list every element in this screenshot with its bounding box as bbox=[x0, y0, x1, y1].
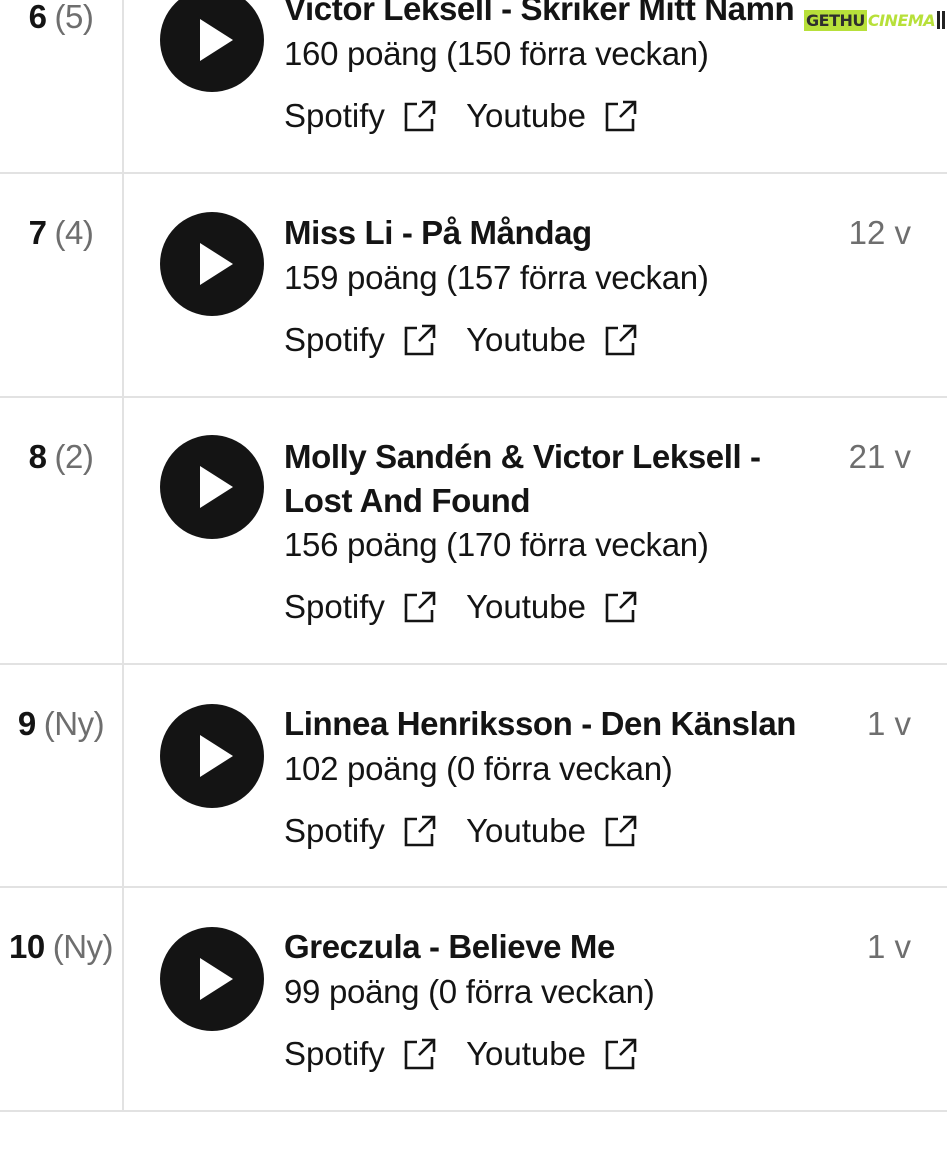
external-link-icon bbox=[403, 590, 437, 624]
rank-column: 7 (4) bbox=[0, 174, 124, 396]
rank: 10 (Ny) bbox=[0, 928, 122, 966]
spotify-label: Spotify bbox=[284, 588, 385, 625]
points-text: 102 poäng (0 förra veckan) bbox=[284, 750, 673, 787]
rank-number: 6 bbox=[28, 0, 47, 35]
streaming-links: Spotify Youtube bbox=[284, 1032, 638, 1076]
rank-number: 10 bbox=[8, 928, 45, 965]
youtube-link[interactable]: Youtube bbox=[466, 94, 638, 138]
previous-rank: (Ny) bbox=[52, 928, 114, 965]
play-icon bbox=[200, 19, 233, 61]
external-link-icon bbox=[604, 590, 638, 624]
points-text: 160 poäng (150 förra veckan) bbox=[284, 35, 709, 72]
rank: 8 (2) bbox=[0, 438, 122, 476]
rank-column: 6 (5) bbox=[0, 0, 124, 172]
watermark-text-primary: GETHU bbox=[804, 9, 867, 31]
film-strip-icon bbox=[937, 11, 946, 29]
weeks-on-chart: 1 v bbox=[866, 705, 911, 742]
weeks-on-chart: 21 v bbox=[848, 438, 911, 475]
chart-row: 10 (Ny) Greczula - Believe Me 1 v 99 poän… bbox=[0, 888, 947, 1112]
play-icon bbox=[200, 243, 233, 285]
streaming-links: Spotify Youtube bbox=[284, 809, 638, 853]
youtube-link[interactable]: Youtube bbox=[466, 809, 638, 853]
spotify-link[interactable]: Spotify bbox=[284, 318, 437, 362]
spotify-label: Spotify bbox=[284, 812, 385, 849]
spotify-link[interactable]: Spotify bbox=[284, 94, 437, 138]
external-link-icon bbox=[403, 1037, 437, 1071]
youtube-label: Youtube bbox=[466, 588, 586, 625]
external-link-icon bbox=[604, 99, 638, 133]
play-icon bbox=[200, 958, 233, 1000]
rank-column: 10 (Ny) bbox=[0, 888, 124, 1110]
youtube-label: Youtube bbox=[466, 812, 586, 849]
watermark-text-secondary: CINEMA bbox=[867, 10, 936, 30]
song-title: Victor Leksell - Skriker Mitt Namn bbox=[284, 0, 795, 27]
chart-row: 7 (4) Miss Li - På Måndag 12 v 159 poäng … bbox=[0, 174, 947, 398]
play-button[interactable] bbox=[160, 435, 264, 539]
song-title: Molly Sandén & Victor Leksell - Lost And… bbox=[284, 438, 761, 519]
spotify-link[interactable]: Spotify bbox=[284, 1032, 437, 1076]
youtube-label: Youtube bbox=[466, 1035, 586, 1072]
rank: 9 (Ny) bbox=[0, 705, 122, 743]
youtube-link[interactable]: Youtube bbox=[466, 585, 638, 629]
song-title: Greczula - Believe Me bbox=[284, 928, 615, 965]
rank-number: 8 bbox=[28, 438, 47, 475]
weeks-on-chart: 1 v bbox=[866, 928, 911, 965]
rank: 6 (5) bbox=[0, 0, 122, 36]
streaming-links: Spotify Youtube bbox=[284, 94, 638, 138]
youtube-label: Youtube bbox=[466, 321, 586, 358]
previous-rank: (2) bbox=[54, 438, 94, 475]
spotify-link[interactable]: Spotify bbox=[284, 585, 437, 629]
rank-number: 9 bbox=[17, 705, 36, 742]
points-text: 159 poäng (157 förra veckan) bbox=[284, 259, 709, 296]
play-icon bbox=[200, 735, 233, 777]
chart-list: 6 (5) Victor Leksell - Skriker Mitt Namn … bbox=[0, 0, 947, 1173]
external-link-icon bbox=[604, 1037, 638, 1071]
spotify-label: Spotify bbox=[284, 321, 385, 358]
chart-row: 9 (Ny) Linnea Henriksson - Den Känslan 1 … bbox=[0, 665, 947, 888]
rank-number: 7 bbox=[28, 214, 47, 251]
youtube-link[interactable]: Youtube bbox=[466, 1032, 638, 1076]
chart-row: 8 (2) Molly Sandén & Victor Leksell - Los… bbox=[0, 398, 947, 665]
play-button[interactable] bbox=[160, 212, 264, 316]
previous-rank: (5) bbox=[54, 0, 94, 35]
previous-rank: (4) bbox=[54, 214, 94, 251]
points-text: 156 poäng (170 förra veckan) bbox=[284, 526, 709, 563]
rank-column: 9 (Ny) bbox=[0, 665, 124, 886]
play-button[interactable] bbox=[160, 927, 264, 1031]
points-text: 99 poäng (0 förra veckan) bbox=[284, 973, 655, 1010]
youtube-link[interactable]: Youtube bbox=[466, 318, 638, 362]
external-link-icon bbox=[403, 814, 437, 848]
song-title: Linnea Henriksson - Den Känslan bbox=[284, 705, 797, 742]
rank: 7 (4) bbox=[0, 214, 122, 252]
external-link-icon bbox=[604, 814, 638, 848]
spotify-label: Spotify bbox=[284, 1035, 385, 1072]
youtube-label: Youtube bbox=[466, 97, 586, 134]
streaming-links: Spotify Youtube bbox=[284, 318, 638, 362]
external-link-icon bbox=[403, 323, 437, 357]
play-button[interactable] bbox=[160, 704, 264, 808]
previous-rank: (Ny) bbox=[43, 705, 105, 742]
streaming-links: Spotify Youtube bbox=[284, 585, 638, 629]
spotify-label: Spotify bbox=[284, 97, 385, 134]
song-title: Miss Li - På Måndag bbox=[284, 214, 592, 251]
play-button[interactable] bbox=[160, 0, 264, 92]
external-link-icon bbox=[403, 99, 437, 133]
spotify-link[interactable]: Spotify bbox=[284, 809, 437, 853]
watermark-logo: GETHU CINEMA bbox=[804, 6, 946, 34]
play-icon bbox=[200, 466, 233, 508]
weeks-on-chart: 12 v bbox=[848, 214, 911, 251]
rank-column: 8 (2) bbox=[0, 398, 124, 663]
external-link-icon bbox=[604, 323, 638, 357]
